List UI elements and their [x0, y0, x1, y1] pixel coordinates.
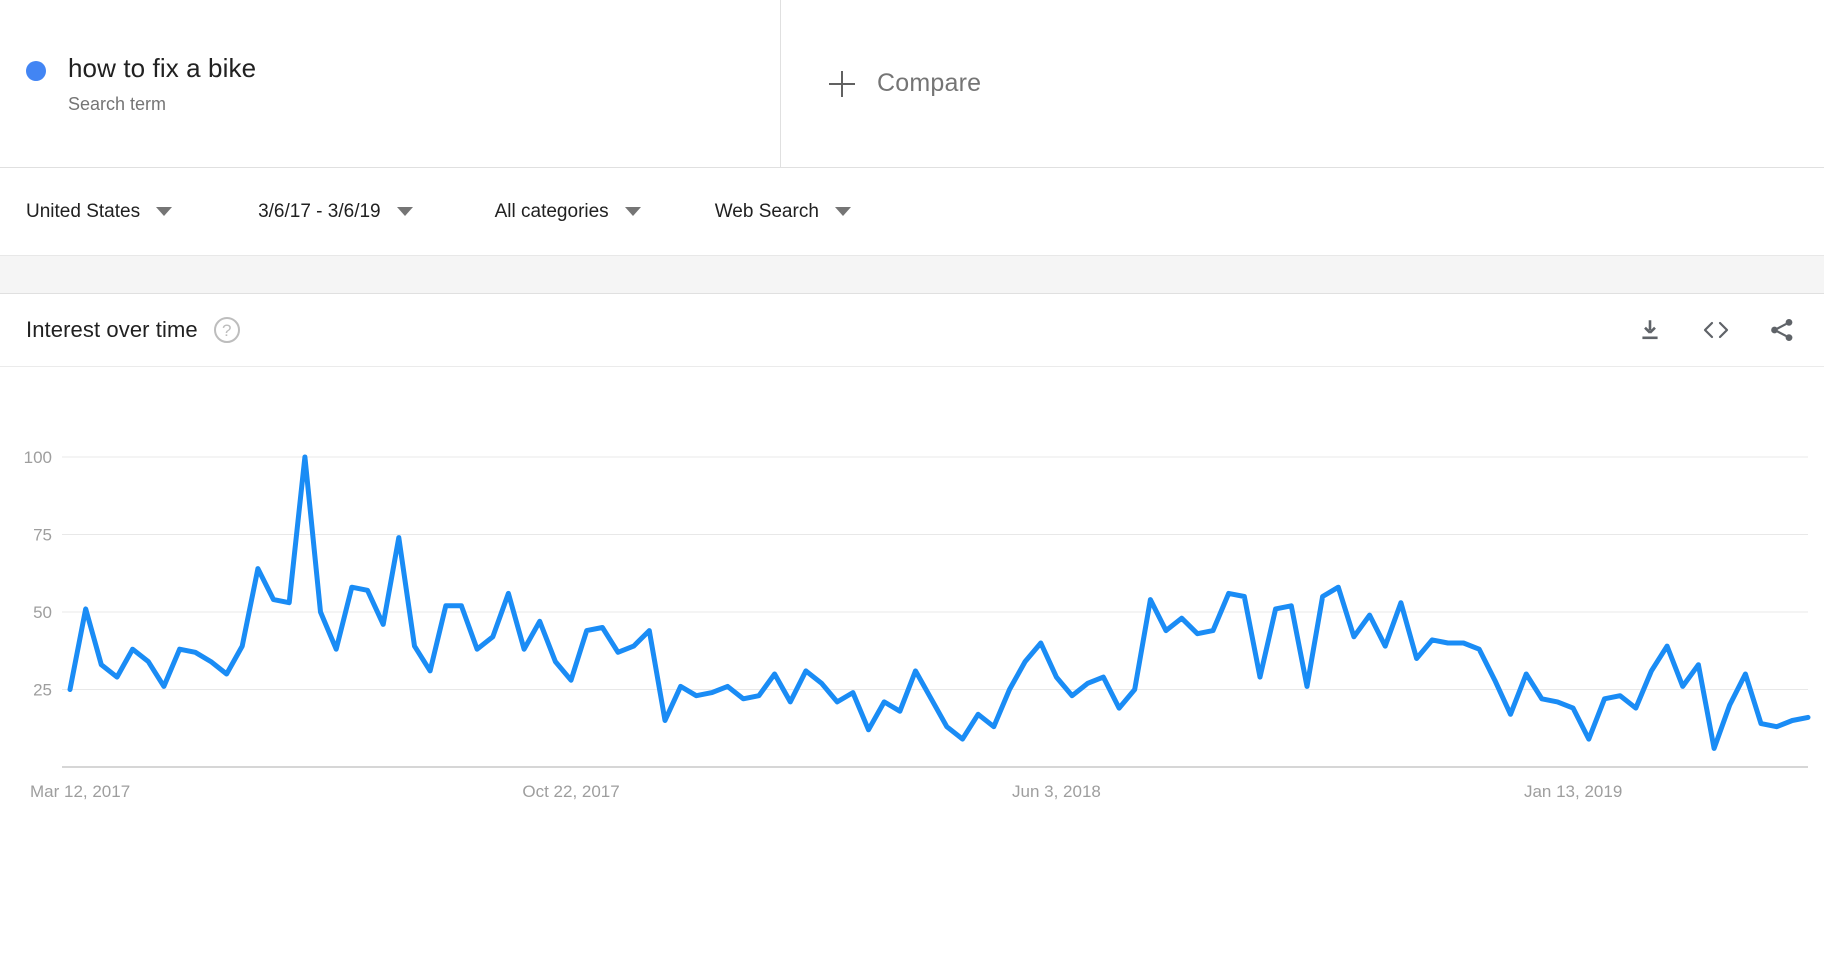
time-range-filter-label: 3/6/17 - 3/6/19	[258, 200, 381, 222]
download-icon[interactable]	[1634, 314, 1666, 346]
category-filter-label: All categories	[494, 200, 609, 222]
region-filter[interactable]: United States	[26, 200, 173, 223]
y-axis-tick-label: 50	[33, 603, 52, 622]
help-circle-icon[interactable]: ?	[213, 317, 240, 343]
compare-cell: Compare	[781, 0, 1824, 167]
x-axis-tick-label: Mar 12, 2017	[30, 782, 130, 801]
filter-bar: United States 3/6/17 - 3/6/19 All catego…	[0, 168, 1824, 256]
y-axis-tick-label: 75	[33, 526, 52, 545]
page-title: Interest over time	[26, 317, 198, 342]
x-axis-tick-label: Jan 13, 2019	[1524, 782, 1622, 801]
y-axis-tick-label: 25	[33, 681, 52, 700]
share-icon[interactable]	[1766, 314, 1798, 346]
search-type-filter-label: Web Search	[714, 200, 819, 222]
section-separator	[0, 256, 1824, 294]
chevron-down-icon	[834, 207, 851, 216]
search-term-bar: how to fix a bike Search term Compare	[0, 0, 1824, 168]
region-filter-label: United States	[26, 200, 141, 222]
search-term-subtitle: Search term	[68, 93, 167, 114]
chart-canvas: 25 50 75 100 Mar 12, 2017 Oct 22, 2017 Jun 3, …	[24, 448, 1811, 801]
interest-over-time-chart[interactable]: 25 50 75 100 Mar 12, 2017 Oct 22, 2017 Jun 3, …	[0, 367, 1824, 957]
compare-label: Compare	[877, 69, 982, 97]
interest-over-time-header: Interest over time ?	[0, 294, 1824, 367]
header-actions	[1634, 314, 1798, 346]
search-term-title: how to fix a bike	[68, 52, 257, 83]
embed-icon[interactable]	[1700, 314, 1732, 346]
search-term-cell[interactable]: how to fix a bike Search term	[0, 0, 781, 167]
chevron-down-icon	[624, 207, 641, 216]
category-filter[interactable]: All categories	[495, 201, 641, 223]
search-type-filter[interactable]: Web Search	[715, 201, 851, 223]
x-axis-tick-label: Jun 3, 2018	[1012, 782, 1101, 801]
series-line-how-to-fix-a-bike[interactable]	[67, 454, 1811, 751]
series-color-dot	[26, 60, 46, 81]
plus-icon	[829, 70, 855, 97]
chevron-down-icon	[396, 207, 413, 216]
y-axis-tick-label: 100	[24, 448, 52, 467]
time-range-filter[interactable]: 3/6/17 - 3/6/19	[258, 201, 413, 223]
x-axis-tick-label: Oct 22, 2017	[522, 782, 619, 801]
add-comparison-button[interactable]: Compare	[829, 69, 981, 98]
chevron-down-icon	[156, 207, 173, 216]
